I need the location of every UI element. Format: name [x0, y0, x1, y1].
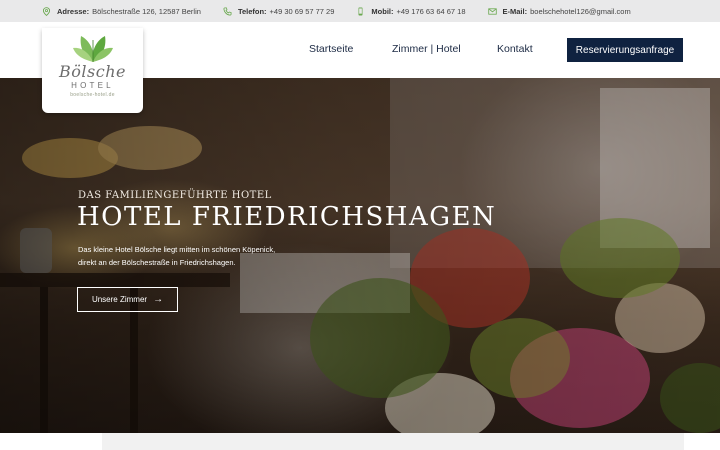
- email-info[interactable]: E-Mail: boelschehotel126@gmail.com: [487, 6, 631, 16]
- mobile-phone-icon: [356, 7, 365, 16]
- location-pin-icon: [42, 6, 51, 16]
- phone-label: Telefon:: [237, 6, 267, 16]
- mobile-label: Mobil:: [371, 6, 394, 16]
- hero-description-line2: direkt an der Bölschestraße in Friedrich…: [78, 257, 236, 267]
- site-logo[interactable]: Bölsche HOTEL boelsche-hotel.de: [42, 28, 143, 113]
- our-rooms-button-label: Unsere Zimmer: [91, 295, 148, 304]
- mobile-info[interactable]: Mobil: +49 176 63 64 67 18: [356, 6, 466, 16]
- address-value: Bölschestraße 126, 12587 Berlin: [92, 6, 201, 16]
- top-info-bar: Adresse: Bölschestraße 126, 12587 Berlin…: [0, 0, 720, 22]
- logo-script-text: Bölsche: [59, 62, 126, 81]
- email-value[interactable]: boelschehotel126@gmail.com: [530, 7, 631, 16]
- leaves-logo-icon: [72, 36, 113, 62]
- reservation-request-button[interactable]: Reservierungsanfrage: [567, 38, 683, 62]
- logo-hotel-text: HOTEL: [71, 81, 114, 90]
- nav-kontakt[interactable]: Kontakt: [497, 43, 533, 55]
- hero-section: DAS FAMILIENGEFÜHRTE HOTEL HOTEL FRIEDRI…: [0, 78, 720, 433]
- content-section-start: [102, 433, 684, 450]
- address-info: Adresse: Bölschestraße 126, 12587 Berlin: [42, 7, 201, 16]
- phone-value[interactable]: +49 30 69 57 77 29: [270, 7, 335, 16]
- hero-description: Das kleine Hotel Bölsche liegt mitten im…: [78, 244, 338, 269]
- hero-subtitle: DAS FAMILIENGEFÜHRTE HOTEL: [78, 190, 272, 201]
- phone-info[interactable]: Telefon: +49 30 69 57 77 29: [223, 7, 334, 16]
- hero-title: HOTEL FRIEDRICHSHAGEN: [77, 202, 497, 232]
- phone-icon: [223, 6, 232, 16]
- logo-url-text: boelsche-hotel.de: [70, 92, 115, 98]
- hero-description-line1: Das kleine Hotel Bölsche liegt mitten im…: [78, 245, 276, 254]
- nav-zimmer-hotel[interactable]: Zimmer | Hotel: [392, 43, 461, 55]
- mobile-value[interactable]: +49 176 63 64 67 18: [396, 7, 465, 16]
- envelope-icon: [487, 7, 497, 16]
- our-rooms-button[interactable]: Unsere Zimmer →: [77, 287, 178, 312]
- address-label: Adresse:: [57, 6, 90, 16]
- email-label: E-Mail:: [502, 6, 528, 16]
- nav-startseite[interactable]: Startseite: [309, 43, 353, 55]
- arrow-right-icon: →: [153, 294, 164, 305]
